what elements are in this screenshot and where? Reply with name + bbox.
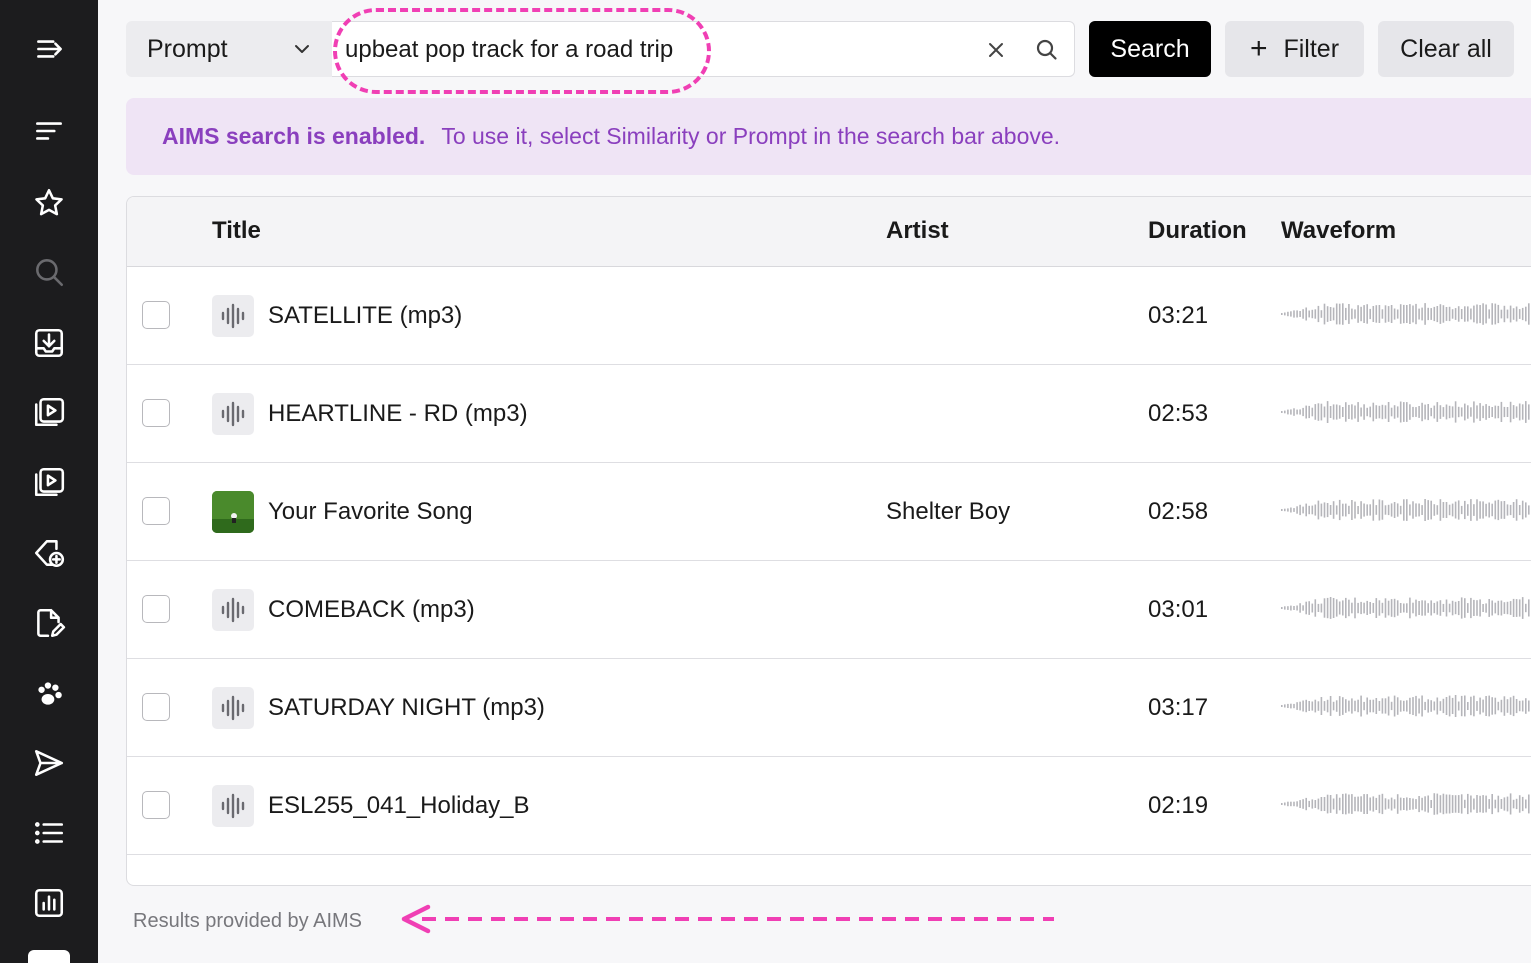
search-mode-label: Prompt [147, 34, 228, 63]
banner-text: To use it, select Similarity or Prompt i… [441, 123, 1061, 149]
track-title[interactable]: Your Favorite Song [268, 498, 473, 526]
column-header-waveform: Waveform [1281, 217, 1397, 244]
annotation-arrow [401, 904, 1054, 934]
plus-icon: + [1249, 32, 1268, 65]
clear-all-button[interactable]: Clear all [1378, 21, 1514, 77]
row-checkbox[interactable] [142, 399, 170, 427]
results-attribution: Results provided by AIMS [133, 910, 362, 932]
track-duration: 02:53 [1148, 400, 1209, 427]
table-header: Title Artist Duration Waveform [127, 197, 1531, 267]
track-thumbnail [212, 491, 254, 533]
chevron-down-icon [295, 45, 309, 53]
search-mode-select[interactable]: Prompt [126, 21, 332, 77]
filter-label: Filter [1283, 34, 1340, 63]
track-title[interactable]: HEARTLINE - RD (mp3) [268, 400, 528, 428]
star-icon[interactable] [29, 183, 69, 223]
album-cover-image [212, 491, 254, 533]
track-thumbnail [212, 589, 254, 631]
column-header-artist[interactable]: Artist [886, 217, 949, 245]
table-row[interactable]: HEARTLINE - RD (mp3) 02:53 [127, 365, 1531, 463]
aims-info-banner: AIMS search is enabled. To use it, selec… [126, 98, 1531, 175]
track-duration: 02:19 [1148, 792, 1209, 819]
track-duration: 03:17 [1148, 694, 1209, 721]
table-row[interactable]: ESL255_041_Holiday_B 02:19 [127, 757, 1531, 855]
search-input[interactable] [345, 32, 965, 68]
track-duration: 03:21 [1148, 302, 1209, 329]
track-duration: 03:01 [1148, 596, 1209, 623]
column-header-title[interactable]: Title [212, 217, 261, 245]
track-title[interactable]: ESL255_041_Holiday_B [268, 792, 530, 820]
row-checkbox[interactable] [142, 497, 170, 525]
track-thumbnail [212, 393, 254, 435]
sidebar-bottom-tab[interactable] [28, 950, 70, 963]
waveform[interactable] [1280, 789, 1531, 819]
track-title[interactable]: SATURDAY NIGHT (mp3) [268, 694, 545, 722]
waveform[interactable] [1280, 397, 1531, 427]
audio-file-icon [221, 303, 245, 329]
add-filter-button[interactable]: + Filter [1225, 21, 1364, 77]
bar-chart-icon[interactable] [29, 883, 69, 923]
audio-file-icon [221, 597, 245, 623]
search-icon[interactable] [1034, 37, 1060, 63]
audio-file-icon [221, 793, 245, 819]
search-icon[interactable] [29, 252, 69, 292]
track-title[interactable]: SATELLITE (mp3) [268, 302, 462, 330]
column-header-duration[interactable]: Duration [1148, 217, 1247, 245]
waveform[interactable] [1280, 299, 1531, 329]
row-checkbox[interactable] [142, 693, 170, 721]
download-tray-icon[interactable] [29, 323, 69, 363]
table-row[interactable]: SATURDAY NIGHT (mp3) 03:17 [127, 659, 1531, 757]
playlist-play-icon[interactable] [29, 392, 69, 432]
row-checkbox[interactable] [142, 791, 170, 819]
waveform[interactable] [1280, 593, 1531, 623]
audio-file-icon [221, 695, 245, 721]
track-thumbnail [212, 687, 254, 729]
table-row[interactable]: SATELLITE (mp3) 03:21 [127, 267, 1531, 365]
audio-file-icon [221, 401, 245, 427]
waveform[interactable] [1280, 495, 1531, 525]
track-artist[interactable]: Shelter Boy [886, 498, 1010, 526]
table-row[interactable]: Your Favorite Song Shelter Boy 02:58 [127, 463, 1531, 561]
search-field [332, 21, 1075, 77]
results-table: Title Artist Duration Waveform SATELLITE… [126, 196, 1531, 886]
bulleted-list-icon[interactable] [29, 813, 69, 853]
track-title[interactable]: COMEBACK (mp3) [268, 596, 475, 624]
paw-icon[interactable] [29, 674, 69, 714]
search-button[interactable]: Search [1089, 21, 1211, 77]
table-row[interactable]: COMEBACK (mp3) 03:01 [127, 561, 1531, 659]
clear-input-icon[interactable] [984, 38, 1008, 62]
tag-add-icon[interactable] [29, 533, 69, 573]
track-thumbnail [212, 785, 254, 827]
list-lines-icon[interactable] [29, 111, 69, 151]
track-thumbnail [212, 295, 254, 337]
row-checkbox[interactable] [142, 301, 170, 329]
send-icon[interactable] [29, 743, 69, 783]
collapse-menu-icon[interactable] [29, 29, 69, 69]
video-library-icon[interactable] [29, 462, 69, 502]
sidebar [0, 0, 98, 963]
waveform[interactable] [1280, 691, 1531, 721]
track-duration: 02:58 [1148, 498, 1209, 525]
banner-title: AIMS search is enabled. [162, 123, 426, 149]
document-edit-icon[interactable] [29, 603, 69, 643]
row-checkbox[interactable] [142, 595, 170, 623]
